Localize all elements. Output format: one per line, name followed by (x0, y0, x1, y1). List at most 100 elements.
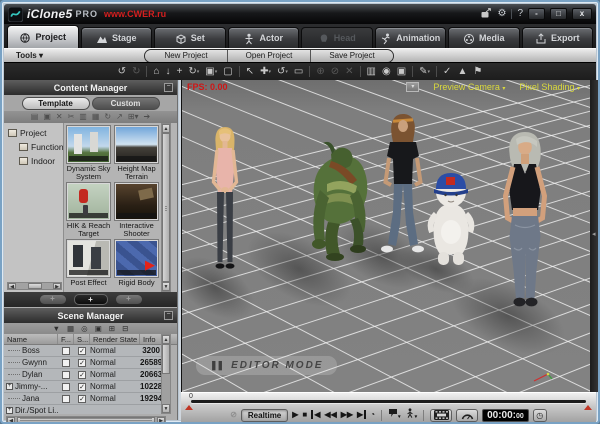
scene-row-dir-spot-li[interactable]: +Dir./Spot Li... (4, 405, 162, 414)
column-header-s[interactable]: S... (74, 334, 90, 344)
apply-next-button[interactable]: + (116, 295, 142, 304)
flag-marker-icon[interactable]: ⚑ (473, 66, 482, 78)
freeze-checkbox[interactable] (62, 395, 70, 403)
refresh-icon[interactable]: ↻ (104, 112, 111, 122)
scroll-thumb[interactable] (17, 417, 155, 423)
fast-forward-button[interactable]: ▶▶ (341, 409, 353, 421)
paste-icon[interactable]: ▦ (92, 112, 100, 122)
transform-menu-icon[interactable]: ▣▾ (205, 66, 217, 78)
mini-viewport-icon[interactable]: ▥ (367, 66, 376, 78)
timeline-slider[interactable] (191, 400, 586, 403)
shading-selector[interactable]: Pixel Shading ▾ (519, 82, 580, 92)
template-item[interactable]: Post Effect (66, 239, 111, 294)
scroll-up-arrow[interactable]: ▲ (162, 335, 170, 344)
template-item[interactable]: Interactive Shooter (114, 182, 159, 238)
speech-bubble-icon[interactable]: ▾ (388, 408, 401, 423)
scene-row-jana[interactable]: Jana✓Normal19294 (4, 393, 162, 405)
render-movie-button[interactable] (430, 409, 452, 422)
scale-tool-icon[interactable]: ▭ (294, 66, 303, 78)
template-item[interactable]: Rigid Body (114, 239, 159, 294)
right-panel-splitter[interactable]: ◂ (590, 80, 600, 392)
scene-row-jimmy[interactable]: +Jimmy-...✓Normal10228 (4, 381, 162, 393)
rotate-reset-icon[interactable]: ↻▾ (188, 66, 199, 78)
tab-stage[interactable]: Stage (81, 27, 153, 48)
scene-h-scrollbar[interactable]: ◀ ▶ (6, 416, 166, 424)
show-checkbox[interactable]: ✓ (78, 359, 86, 367)
expand-toggle[interactable]: + (6, 383, 13, 390)
title-bar[interactable]: iClone5 PRO www.CWER.ru ⚙ ? - □ x (4, 4, 596, 24)
move-to-origin-icon[interactable]: + (177, 66, 183, 78)
tab-media[interactable]: Media (448, 27, 520, 48)
camera-menu-button[interactable]: ▾ (406, 82, 419, 92)
camera-view-icon[interactable]: ◉ (382, 66, 391, 78)
motion-person-icon[interactable]: ▾ (405, 408, 418, 423)
snap-check-icon[interactable]: ✓ (443, 66, 451, 78)
expand-toggle[interactable]: + (6, 407, 13, 414)
character-toon-baby-blue-cap[interactable] (426, 166, 476, 270)
realtime-button[interactable]: Realtime (241, 409, 288, 422)
loop-playback-icon[interactable]: ⊘ (230, 409, 237, 421)
clock-toggle-button[interactable]: ◷ (533, 409, 547, 422)
last-frame-button[interactable]: ▶ (357, 409, 366, 421)
tree-item-project[interactable]: Project (4, 126, 63, 140)
scene-manager-header[interactable]: Scene Manager − (4, 308, 177, 323)
show-checkbox[interactable]: ✓ (78, 371, 86, 379)
help-button[interactable]: ? (517, 9, 523, 19)
collapse-all-icon[interactable]: ⊟ (122, 324, 128, 333)
scroll-left-arrow[interactable]: ◀ (7, 417, 15, 423)
content-tab-template[interactable]: Template (22, 97, 90, 110)
performance-gauge-button[interactable] (456, 409, 478, 422)
undo-icon[interactable]: ↺ (118, 66, 126, 78)
save-project-button[interactable]: Save Project (311, 50, 393, 62)
viewport-3d[interactable]: FPS: 0.00 ▾ Preview Camera ▾ Pixel Shadi… (181, 80, 590, 392)
stop-button[interactable]: ■ (302, 409, 307, 421)
content-manager-collapse-button[interactable]: − (164, 83, 173, 92)
freeze-checkbox[interactable] (62, 371, 70, 379)
link-tool-icon[interactable]: ⊕ (316, 66, 324, 78)
template-thumbnail[interactable] (114, 182, 159, 221)
tree-item-indoor[interactable]: Indoor (4, 154, 63, 168)
scene-v-scrollbar[interactable]: ▲ ▼ (161, 334, 171, 414)
template-item[interactable]: Height Map Terrain (114, 125, 159, 181)
redo-icon[interactable]: ↻ (132, 66, 140, 78)
terrain-paint-icon[interactable]: ▲ (457, 66, 467, 78)
play-button[interactable]: ▶ (292, 409, 298, 421)
close-button[interactable]: x (572, 8, 592, 20)
stopwatch-icon[interactable]: ◔ (370, 409, 375, 421)
import-content-icon[interactable]: ↓ (166, 66, 171, 78)
avatar-filter-icon[interactable]: ▦ (67, 324, 74, 333)
freeze-checkbox[interactable] (62, 347, 70, 355)
template-item[interactable]: Dynamic Sky System (66, 125, 111, 181)
show-checkbox[interactable]: ✓ (78, 395, 86, 403)
scene-row-gwynn[interactable]: Gwynn✓Normal26589 (4, 357, 162, 369)
template-thumbnail[interactable] (66, 125, 111, 164)
scroll-down-arrow[interactable]: ▼ (162, 404, 170, 413)
export-content-icon[interactable]: ➔ (144, 112, 151, 122)
rewind-button[interactable]: ◀◀ (324, 409, 336, 421)
move-tool-icon[interactable]: ✚▾ (260, 66, 271, 78)
show-checkbox[interactable]: ✓ (78, 383, 86, 391)
tools-menu[interactable]: Tools ▾ (16, 51, 43, 60)
rotate-tool-icon[interactable]: ↺▾ (277, 66, 288, 78)
new-project-button[interactable]: New Project (145, 50, 228, 62)
column-header-name[interactable]: Name (4, 334, 58, 344)
first-frame-button[interactable]: ◀ (311, 409, 320, 421)
tab-export[interactable]: Export (522, 27, 594, 48)
column-header-render-state[interactable]: Render State (90, 334, 140, 344)
home-view-icon[interactable]: ⌂ (153, 66, 159, 78)
scroll-thumb[interactable] (162, 344, 170, 374)
freeze-checkbox[interactable] (62, 359, 70, 367)
tab-head[interactable]: Head (301, 27, 373, 48)
scene-row-boss[interactable]: Boss✓Normal3200 (4, 345, 162, 357)
tree-h-scrollbar[interactable]: ◀ ▶ (7, 282, 62, 290)
new-folder-icon[interactable]: ▤ (31, 112, 39, 122)
freeze-checkbox[interactable] (62, 383, 70, 391)
scroll-down-arrow[interactable]: ▼ (162, 282, 170, 291)
scroll-left-arrow[interactable]: ◀ (8, 283, 16, 289)
character-gray-haired-woman[interactable] (492, 130, 558, 312)
template-thumbnail[interactable] (114, 125, 159, 164)
content-tab-custom[interactable]: Custom (92, 97, 160, 110)
scene-manager-collapse-button[interactable]: − (164, 311, 173, 320)
apply-content-button[interactable]: + (74, 294, 108, 305)
template-thumbnail[interactable] (66, 182, 111, 221)
